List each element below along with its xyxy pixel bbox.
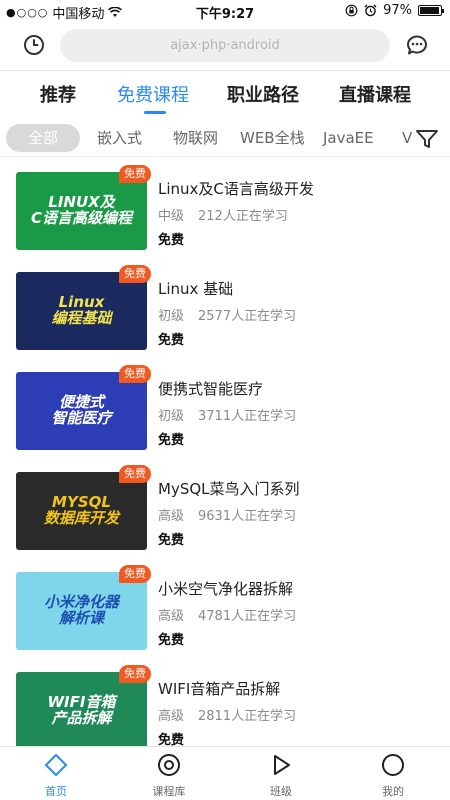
clock-icon <box>24 35 44 55</box>
course-title: 小米空气净化器拆解 <box>158 580 294 598</box>
free-badge: 免费 <box>119 665 151 683</box>
course-item[interactable]: MYSQL 数据库开发 免费 MySQL菜鸟入门系列 高级 9631人正在学习 免费 <box>0 465 450 565</box>
course-thumbnail-text: LINUX及 C语言高级编程 <box>30 193 132 227</box>
course-learners: 4781人正在学习 <box>198 609 297 624</box>
course-level: 高级 <box>158 609 185 624</box>
course-title: Linux及C语言高级开发 <box>158 180 314 198</box>
course-thumbnail[interactable]: LINUX及 C语言高级编程 <box>16 172 147 250</box>
messages-button[interactable] <box>403 31 431 59</box>
course-price: 免费 <box>158 533 185 548</box>
course-meta: 高级 2811人正在学习 <box>158 705 296 724</box>
filter-funnel-icon <box>416 130 438 148</box>
target-circle-icon <box>158 754 180 776</box>
free-badge: 免费 <box>119 365 151 383</box>
tab-free-courses[interactable]: 免费课程 <box>117 81 189 107</box>
tab-live-courses[interactable]: 直播课程 <box>339 81 411 107</box>
bottom-tab-mine[interactable]: 我的 <box>353 753 433 799</box>
play-triangle-icon <box>274 755 290 775</box>
course-price: 免费 <box>158 433 185 448</box>
course-price: 免费 <box>158 633 185 648</box>
course-thumbnail[interactable]: 小米净化器 解析课 <box>16 572 147 650</box>
course-thumbnail-text: 便捷式 智能医疗 <box>51 393 112 427</box>
course-title: 便携式智能医疗 <box>158 380 264 398</box>
rotation-lock-icon <box>345 4 358 17</box>
bottom-tab-label: 课程库 <box>152 785 186 798</box>
battery-icon <box>418 5 444 16</box>
bottom-tab-label: 班级 <box>270 785 292 798</box>
course-thumbnail-text: MYSQL 数据库开发 <box>43 493 119 527</box>
main-tabs: 推荐 免费课程 职业路径 直播课程 <box>0 71 450 117</box>
course-meta: 高级 4781人正在学习 <box>158 605 296 624</box>
category-filter-bar: 全部 嵌入式 物联网 WEB全栈 JavaEE V <box>0 122 450 157</box>
course-thumbnail-text: Linux 编程基础 <box>51 293 112 327</box>
free-badge: 免费 <box>119 465 151 483</box>
chat-bubble-icon <box>407 35 427 55</box>
alarm-icon <box>364 4 377 17</box>
category-all[interactable]: 全部 <box>6 124 80 152</box>
search-input[interactable]: ajax·php·android <box>60 29 390 62</box>
category-javaee[interactable]: JavaEE <box>323 124 374 152</box>
course-thumbnail-text: WIFI音箱 产品拆解 <box>47 693 116 727</box>
course-item[interactable]: Linux 编程基础 免费 Linux 基础 初级 2577人正在学习 免费 <box>0 265 450 365</box>
search-header: ajax·php·android <box>0 22 450 71</box>
course-price: 免费 <box>158 333 185 348</box>
course-thumbnail[interactable]: 便捷式 智能医疗 <box>16 372 147 450</box>
course-learners: 2577人正在学习 <box>198 309 297 324</box>
course-title: WIFI音箱产品拆解 <box>158 680 281 698</box>
course-title: Linux 基础 <box>158 280 234 298</box>
course-learners: 212人正在学习 <box>198 209 288 224</box>
tab-recommend[interactable]: 推荐 <box>40 81 76 107</box>
course-thumbnail[interactable]: MYSQL 数据库开发 <box>16 472 147 550</box>
category-more[interactable]: V <box>402 124 412 152</box>
status-bar: ●○○○ 中国移动 下午9:27 97% <box>0 0 450 22</box>
battery-fill <box>420 7 440 14</box>
bottom-tab-label: 我的 <box>382 785 404 798</box>
filter-button[interactable] <box>414 126 440 152</box>
category-web-fullstack[interactable]: WEB全栈 <box>240 124 305 152</box>
course-item[interactable]: 便捷式 智能医疗 免费 便携式智能医疗 初级 3711人正在学习 免费 <box>0 365 450 465</box>
category-embedded[interactable]: 嵌入式 <box>97 124 142 152</box>
bottom-tab-home[interactable]: 首页 <box>16 753 96 799</box>
course-meta: 高级 9631人正在学习 <box>158 505 296 524</box>
course-level: 初级 <box>158 409 185 424</box>
course-thumbnail[interactable]: WIFI音箱 产品拆解 <box>16 672 147 750</box>
course-learners: 3711人正在学习 <box>198 409 297 424</box>
course-item[interactable]: 小米净化器 解析课 免费 小米空气净化器拆解 高级 4781人正在学习 免费 <box>0 565 450 665</box>
course-level: 初级 <box>158 309 185 324</box>
bottom-tab-label: 首页 <box>45 785 67 798</box>
course-thumbnail[interactable]: Linux 编程基础 <box>16 272 147 350</box>
battery-percent: 97% <box>383 3 412 18</box>
free-badge: 免费 <box>119 265 151 283</box>
course-meta: 初级 2577人正在学习 <box>158 305 296 324</box>
course-price: 免费 <box>158 233 185 248</box>
free-badge: 免费 <box>119 565 151 583</box>
course-learners: 2811人正在学习 <box>198 709 297 724</box>
free-badge: 免费 <box>119 165 151 183</box>
bottom-tab-bar: 首页 课程库 班级 我的 <box>0 746 450 800</box>
course-level: 高级 <box>158 509 185 524</box>
course-meta: 中级 212人正在学习 <box>158 205 288 224</box>
tab-career-paths[interactable]: 职业路径 <box>227 81 299 107</box>
active-tab-indicator <box>144 111 166 114</box>
profile-circle-icon <box>382 754 404 776</box>
course-title: MySQL菜鸟入门系列 <box>158 480 300 498</box>
course-thumbnail-text: 小米净化器 解析课 <box>43 593 119 627</box>
category-iot[interactable]: 物联网 <box>173 124 218 152</box>
history-button[interactable] <box>20 31 48 59</box>
course-learners: 9631人正在学习 <box>198 509 297 524</box>
status-right: 97% <box>345 3 444 18</box>
course-item[interactable]: LINUX及 C语言高级编程 免费 Linux及C语言高级开发 中级 212人正在学习免… <box>0 165 450 265</box>
bottom-tab-course-library[interactable]: 课程库 <box>129 753 209 799</box>
bottom-tab-class[interactable]: 班级 <box>241 753 321 799</box>
course-level: 中级 <box>158 209 185 224</box>
course-level: 高级 <box>158 709 185 724</box>
course-meta: 初级 3711人正在学习 <box>158 405 296 424</box>
home-diamond-icon <box>45 754 67 776</box>
